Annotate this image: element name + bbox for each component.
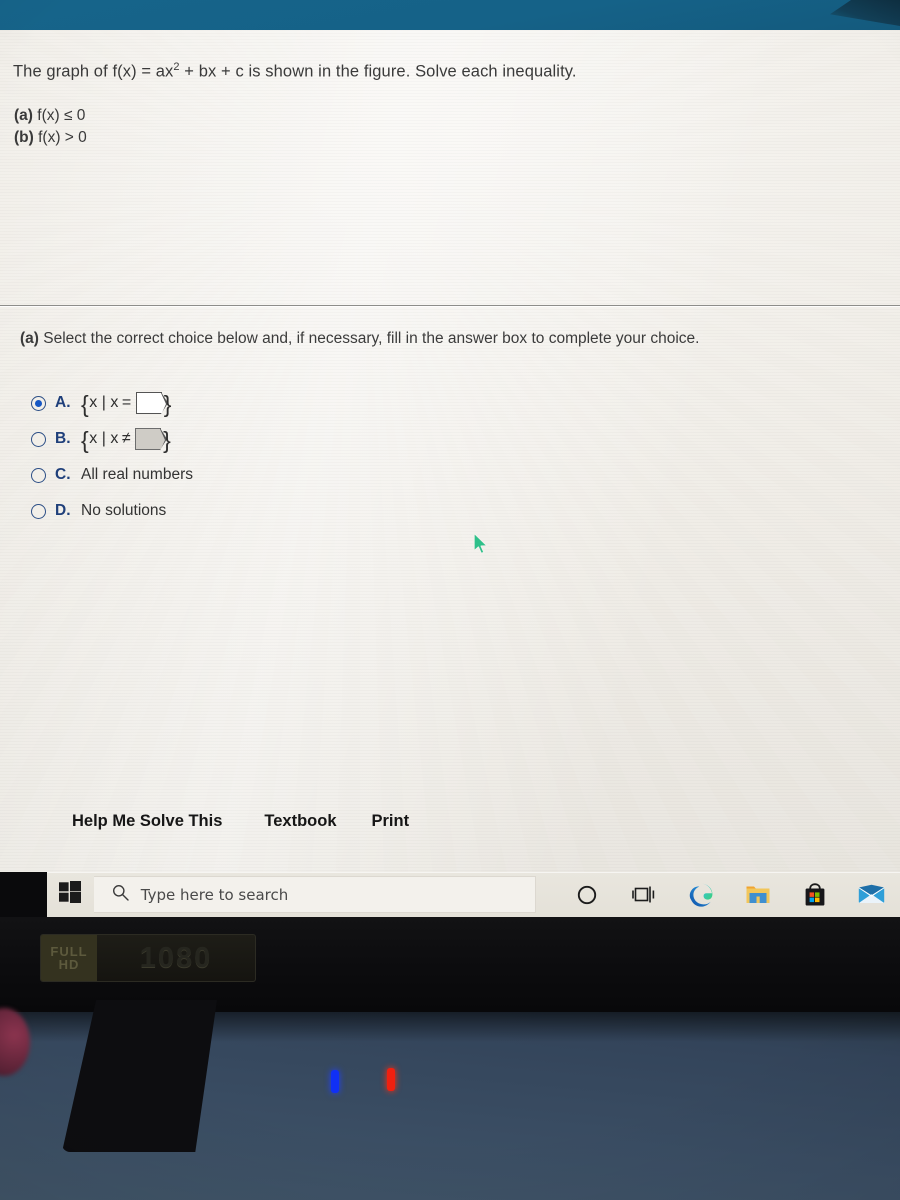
- edge-browser-icon[interactable]: [672, 872, 729, 917]
- radio-button-c[interactable]: [31, 467, 46, 483]
- inequality-b-label: (b): [14, 129, 34, 146]
- choice-letter-a: A.: [55, 394, 71, 411]
- set-operator-a: =: [121, 394, 132, 411]
- part-prompt: (a) Select the correct choice below and,…: [20, 330, 699, 348]
- task-view-icon[interactable]: [615, 872, 672, 917]
- answer-box-b[interactable]: [135, 427, 168, 451]
- problem-statement: The graph of f(x) = ax2 + bx + c is show…: [13, 61, 873, 82]
- set-bar-b: |: [101, 430, 107, 447]
- open-brace-a: {: [81, 390, 90, 417]
- set-operator-b: ≠: [121, 430, 132, 447]
- inequality-a-text: f(x) ≤ 0: [37, 107, 86, 124]
- inequality-b: (b) f(x) > 0: [14, 127, 87, 149]
- help-me-solve-this-button[interactable]: Help Me Solve This: [72, 812, 222, 831]
- choice-option-a[interactable]: A. {x | x =}: [31, 385, 193, 421]
- photo-of-monitor-screen: The graph of f(x) = ax2 + bx + c is show…: [0, 0, 900, 1200]
- section-divider: [0, 305, 900, 306]
- part-label: (a): [20, 330, 39, 347]
- set-var-b: x: [89, 430, 98, 447]
- choice-option-c[interactable]: C. All real numbers: [31, 457, 193, 493]
- problem-stem-post: + bx + c is shown in the figure. Solve e…: [179, 62, 577, 81]
- open-brace-b: {: [81, 426, 90, 453]
- set-var2-b: x: [110, 430, 119, 447]
- taskbar-search-box[interactable]: Type here to search: [93, 876, 536, 913]
- choice-c-text: All real numbers: [81, 466, 193, 483]
- sticker-full-hd-badge: FULL HD: [41, 935, 97, 981]
- choice-option-d[interactable]: D. No solutions: [31, 493, 193, 529]
- search-input-placeholder: Type here to search: [140, 885, 289, 904]
- search-icon: [112, 884, 129, 906]
- problem-stem-pre: The graph of f(x) = ax: [13, 62, 174, 81]
- choice-b-expression: {x | x ≠}: [81, 426, 171, 453]
- choice-d-text: No solutions: [81, 502, 167, 519]
- windows-logo-icon: [59, 881, 82, 908]
- choice-a-expression: {x | x =}: [81, 390, 172, 417]
- taskbar-icon-group: [558, 872, 900, 917]
- inequality-b-text: f(x) > 0: [38, 129, 87, 146]
- answer-box-a[interactable]: [135, 391, 168, 415]
- radio-button-d[interactable]: [31, 503, 46, 519]
- radio-button-a[interactable]: [31, 395, 46, 411]
- inequality-list: (a) f(x) ≤ 0 (b) f(x) > 0: [14, 105, 87, 149]
- textbook-button[interactable]: Textbook: [264, 812, 336, 831]
- mouse-pointer-icon: [473, 532, 490, 556]
- microsoft-store-icon[interactable]: [786, 872, 843, 917]
- sticker-resolution-text: 1080: [139, 941, 213, 974]
- set-var-a: x: [89, 394, 98, 411]
- windows-taskbar: Type here to search: [47, 872, 900, 917]
- cortana-icon[interactable]: [558, 872, 615, 917]
- mail-icon[interactable]: [843, 872, 900, 917]
- led-indicator-red: [387, 1068, 395, 1091]
- set-bar-a: |: [101, 394, 107, 411]
- start-button[interactable]: [47, 872, 94, 917]
- inequality-a: (a) f(x) ≤ 0: [14, 105, 87, 127]
- sticker-line-2: HD: [58, 957, 80, 972]
- print-button[interactable]: Print: [372, 812, 410, 831]
- led-indicator-blue: [331, 1070, 339, 1093]
- choice-group: A. {x | x =} B. {x | x ≠} C. All real numbers: [31, 385, 193, 529]
- lcd-screen-area: The graph of f(x) = ax2 + bx + c is show…: [0, 30, 900, 872]
- file-explorer-icon[interactable]: [729, 872, 786, 917]
- choice-letter-b: B.: [55, 430, 71, 447]
- choice-letter-c: C.: [55, 466, 71, 483]
- inequality-a-label: (a): [14, 107, 33, 124]
- set-var2-a: x: [110, 394, 119, 411]
- choice-option-b[interactable]: B. {x | x ≠}: [31, 421, 193, 457]
- part-prompt-text: Select the correct choice below and, if …: [43, 330, 700, 347]
- action-button-row: Help Me Solve This Textbook Print: [72, 812, 409, 831]
- full-hd-1080-sticker: FULL HD 1080: [40, 934, 256, 982]
- radio-button-b[interactable]: [31, 431, 46, 447]
- choice-letter-d: D.: [55, 502, 71, 519]
